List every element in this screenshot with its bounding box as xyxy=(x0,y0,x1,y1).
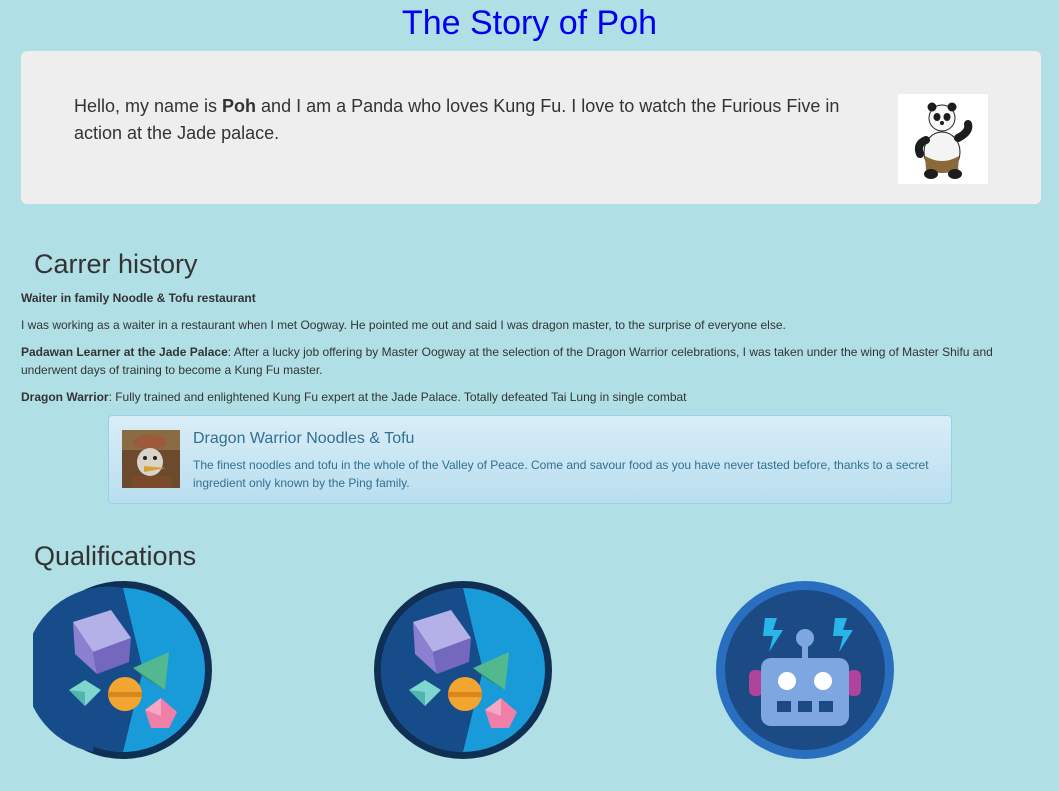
restaurant-ad[interactable]: Dragon Warrior Noodles & Tofu The finest… xyxy=(108,415,952,504)
panda-icon xyxy=(914,102,973,179)
restaurant-thumbnail xyxy=(122,430,180,488)
robot-badge-icon xyxy=(716,581,894,759)
gems-badge-icon xyxy=(24,581,212,759)
gems-badge-icon xyxy=(374,581,552,759)
restaurant-ad-heading[interactable]: Dragon Warrior Noodles & Tofu xyxy=(193,429,414,449)
goose-chef-icon xyxy=(122,430,180,488)
panda-image xyxy=(898,94,988,184)
qualification-badge-3[interactable] xyxy=(715,580,895,760)
career-item-padawan: Padawan Learner at the Jade Palace: Afte… xyxy=(21,343,1041,379)
career-item-title: Dragon Warrior xyxy=(21,390,109,404)
career-heading: Carrer history xyxy=(34,249,198,279)
qualification-badge-1[interactable] xyxy=(24,580,213,760)
career-item-dragon-warrior: Dragon Warrior: Fully trained and enligh… xyxy=(21,388,1041,406)
career-item-text: I was working as a waiter in a restauran… xyxy=(21,318,786,332)
qualifications-heading: Qualifications xyxy=(34,541,197,571)
career-item-waiter: Waiter in family Noodle & Tofu restauran… xyxy=(21,289,1041,307)
intro-text: Hello, my name is Poh and I am a Panda w… xyxy=(74,93,874,147)
page-title: The Story of Poh xyxy=(401,4,658,42)
restaurant-ad-text: The finest noodles and tofu in the whole… xyxy=(193,458,929,490)
intro-text-start: Hello, my name is xyxy=(74,96,223,116)
career-item-waiter-text: I was working as a waiter in a restauran… xyxy=(21,316,1041,334)
career-item-title: Padawan Learner at the Jade Palace xyxy=(21,345,228,359)
qualification-badge-2[interactable] xyxy=(373,580,553,760)
intro-name: Poh xyxy=(222,96,257,116)
career-item-title: Waiter in family Noodle & Tofu restauran… xyxy=(21,291,256,305)
intro-panel: Hello, my name is Poh and I am a Panda w… xyxy=(21,51,1041,204)
career-item-text: : Fully trained and enlightened Kung Fu … xyxy=(108,390,687,404)
